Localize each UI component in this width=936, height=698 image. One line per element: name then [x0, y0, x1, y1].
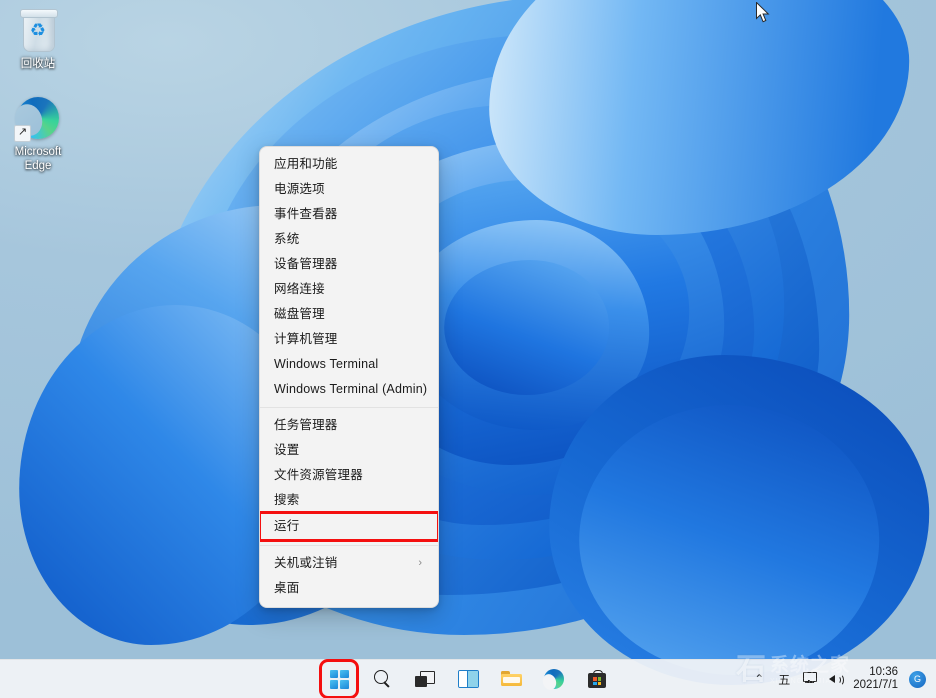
- win-x-power-user-menu[interactable]: 应用和功能电源选项事件查看器系统设备管理器网络连接磁盘管理计算机管理 Window…: [259, 146, 439, 608]
- volume-button[interactable]: [828, 672, 845, 686]
- menu-item-label: 应用和功能: [274, 157, 338, 171]
- desktop-icon-recycle-bin[interactable]: ♻ 回收站: [0, 6, 76, 72]
- menu-item[interactable]: 磁盘管理: [260, 302, 438, 327]
- chevron-right-icon: ›: [418, 557, 422, 569]
- edge-button[interactable]: [539, 664, 569, 694]
- menu-item-label: 搜索: [274, 493, 300, 507]
- desktop-wallpaper: [0, 0, 936, 698]
- menu-separator: [260, 407, 438, 408]
- taskbar-center-group: [319, 659, 612, 698]
- menu-item-label: 桌面: [274, 581, 300, 595]
- windows-logo-icon: [329, 669, 349, 689]
- desktop-icon-microsoft-edge[interactable]: ↗ Microsoft Edge: [0, 94, 76, 173]
- desktop-icon-label: 回收站: [20, 58, 56, 70]
- menu-item-label: 计算机管理: [274, 332, 338, 346]
- menu-item[interactable]: 应用和功能: [260, 152, 438, 177]
- menu-item-label: Windows Terminal: [274, 357, 379, 371]
- desktop-icon-label: Microsoft Edge: [14, 146, 62, 172]
- menu-item[interactable]: 事件查看器: [260, 202, 438, 227]
- system-tray: ⌃ 五 10:36 2021/7/1 G: [752, 660, 930, 698]
- network-button[interactable]: [802, 672, 818, 686]
- edge-icon: [540, 669, 564, 692]
- menu-item-label: 设备管理器: [274, 257, 338, 271]
- microsoft-store-button[interactable]: [582, 664, 612, 694]
- recycle-bin-icon: ♻: [14, 6, 62, 54]
- file-explorer-button[interactable]: [496, 664, 526, 694]
- clock-date: 2021/7/1: [853, 679, 898, 691]
- widgets-button[interactable]: [453, 664, 483, 694]
- menu-item-label: 设置: [274, 443, 300, 457]
- desktop-screen: ♻ 回收站 ↗ Microsoft Edge 应用和功能电源选项事件查看器系统设…: [0, 0, 936, 698]
- menu-separator: [260, 545, 438, 546]
- menu-item[interactable]: 网络连接: [260, 277, 438, 302]
- menu-item-label: 事件查看器: [274, 207, 338, 221]
- task-view-button[interactable]: [410, 664, 440, 694]
- menu-item-label: 磁盘管理: [274, 307, 325, 321]
- menu-item[interactable]: Windows Terminal (Admin): [260, 377, 438, 402]
- shortcut-arrow-icon: ↗: [14, 125, 31, 142]
- edge-icon: ↗: [10, 94, 62, 142]
- search-button[interactable]: [367, 664, 397, 694]
- speaker-icon: [828, 672, 845, 686]
- tray-overflow-chevron-up-icon[interactable]: ⌃: [752, 672, 766, 686]
- menu-item[interactable]: 电源选项: [260, 177, 438, 202]
- clock-button[interactable]: 10:36 2021/7/1: [853, 666, 898, 692]
- menu-item[interactable]: 文件资源管理器: [260, 463, 438, 488]
- menu-item[interactable]: 设备管理器: [260, 252, 438, 277]
- menu-item[interactable]: 计算机管理: [260, 327, 438, 352]
- menu-item-label: Windows Terminal (Admin): [274, 382, 428, 396]
- ime-indicator[interactable]: 五: [777, 671, 791, 688]
- menu-item[interactable]: 系统: [260, 227, 438, 252]
- folder-icon: [500, 671, 522, 687]
- menu-item[interactable]: 任务管理器: [260, 413, 438, 438]
- menu-item-label: 关机或注销: [274, 556, 338, 570]
- menu-item[interactable]: 设置: [260, 438, 438, 463]
- notification-badge[interactable]: G: [909, 670, 926, 688]
- bloom-artwork: [19, 0, 930, 695]
- menu-item-label: 文件资源管理器: [274, 468, 363, 482]
- menu-item[interactable]: 桌面: [260, 576, 438, 601]
- network-monitor-icon: [802, 672, 818, 686]
- menu-item[interactable]: Windows Terminal: [260, 352, 438, 377]
- clock-time: 10:36: [869, 666, 898, 678]
- menu-item-label: 网络连接: [274, 282, 325, 296]
- menu-item[interactable]: 搜索: [260, 488, 438, 513]
- search-icon: [373, 670, 391, 688]
- store-bag-icon: [588, 670, 606, 688]
- menu-item[interactable]: 运行: [260, 511, 438, 542]
- menu-item-label: 系统: [274, 232, 300, 246]
- menu-item-label: 运行: [274, 519, 300, 533]
- menu-item-label: 电源选项: [274, 182, 325, 196]
- menu-item-label: 任务管理器: [274, 418, 338, 432]
- start-button[interactable]: [319, 659, 359, 698]
- menu-item[interactable]: 关机或注销 ›: [260, 551, 438, 576]
- widgets-icon: [457, 670, 479, 688]
- task-view-icon: [415, 671, 435, 687]
